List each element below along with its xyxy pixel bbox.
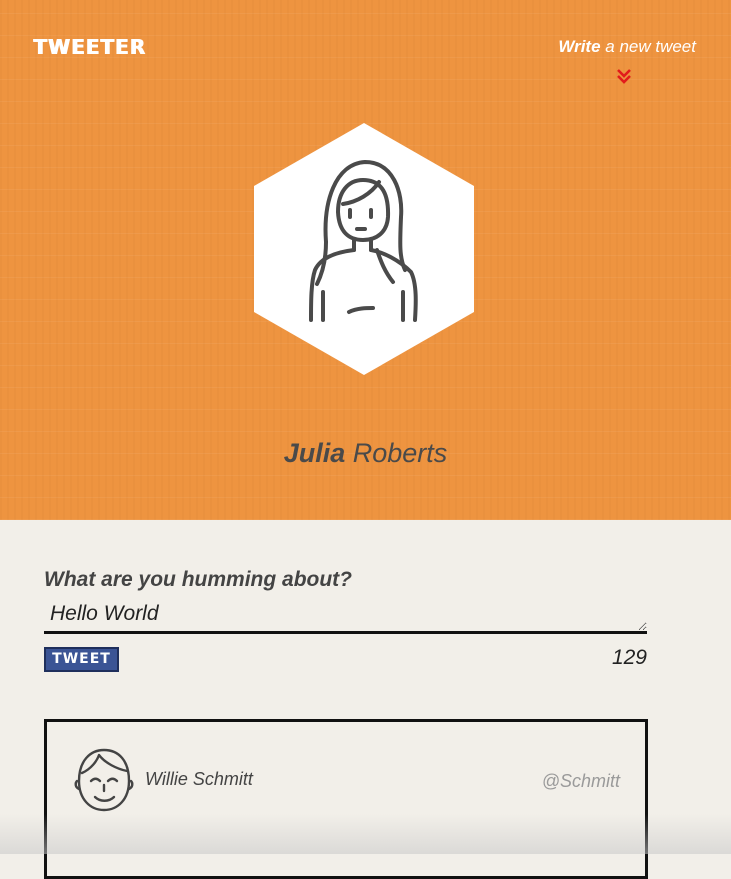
tweet-author-handle[interactable]: @Schmitt <box>542 771 620 792</box>
profile-name: Julia Roberts <box>0 438 731 469</box>
last-name: Roberts <box>345 438 448 468</box>
app-logo[interactable]: TWEETER <box>33 35 146 59</box>
tweet-card: Willie Schmitt @Schmitt <box>44 719 648 879</box>
profile-header: TWEETER Write a new tweet Julia Roberts <box>0 0 731 520</box>
first-name: Julia <box>283 438 346 468</box>
write-tweet-link[interactable]: Write a new tweet <box>558 37 696 57</box>
character-counter: 129 <box>611 646 647 669</box>
tweet-input[interactable]: Hello World <box>44 598 647 634</box>
compose-label: What are you humming about? <box>44 568 352 591</box>
profile-avatar <box>254 123 474 375</box>
double-chevron-down-icon[interactable] <box>615 67 633 85</box>
tweet-button[interactable]: TWEET <box>44 647 119 672</box>
write-link-strong: Write <box>558 37 601 56</box>
man-face-icon <box>74 748 134 812</box>
tweet-author-name: Willie Schmitt <box>145 769 253 789</box>
write-link-rest: a new tweet <box>600 37 696 56</box>
